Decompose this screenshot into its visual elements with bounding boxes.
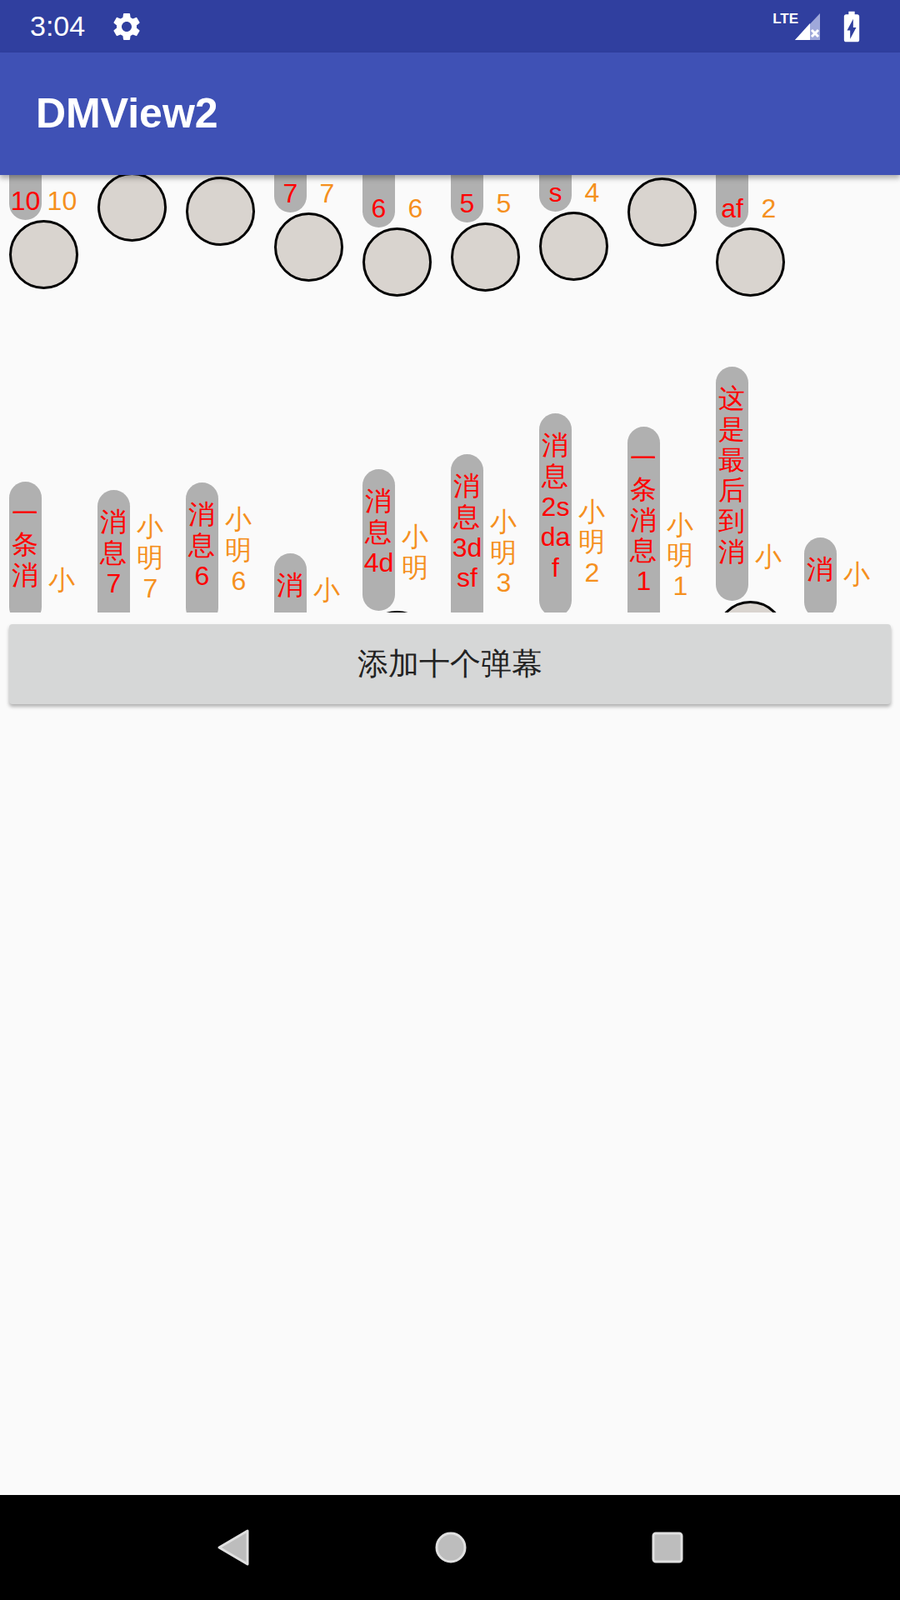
danmaku-item: 消小 <box>274 553 344 613</box>
back-icon[interactable] <box>215 1528 251 1567</box>
gear-icon <box>110 10 144 44</box>
danmaku-item: 这是最后到消小 <box>715 366 785 613</box>
status-time: 3:04 <box>30 5 85 48</box>
message-bubble: 消 <box>274 553 307 613</box>
message-bubble: af <box>715 175 749 228</box>
danmaku-item: 77 <box>274 212 344 282</box>
avatar <box>9 220 79 290</box>
message-bubble: 消息2sdaf <box>539 413 572 613</box>
message-text: 消 <box>275 570 306 601</box>
message-text: 5 <box>451 188 483 220</box>
avatar <box>274 212 344 282</box>
message-text: af <box>716 193 748 225</box>
message-text: 一条消 <box>10 498 41 590</box>
danmaku-item: 一条消小 <box>9 481 79 613</box>
danmaku-item: 消息2sdaf小明2 <box>539 413 609 613</box>
message-text: 消息7 <box>98 506 130 599</box>
sender-name: 4 <box>576 177 608 212</box>
message-bubble: 消息7 <box>97 490 130 613</box>
danmaku-item: 消小 <box>804 537 874 613</box>
danmaku-item: 消息3dsf小明3 <box>450 454 520 613</box>
app-bar: DMView2 <box>0 52 900 175</box>
add-danmaku-button[interactable]: 添加十个弹幕 <box>9 624 891 705</box>
danmaku-area: 1010776655s4af2一条消小消息7小明7消息6小明6消小消息4d小明消… <box>0 175 900 613</box>
message-text: 消 <box>805 554 836 585</box>
danmaku-item: 消息6小明6 <box>185 482 255 613</box>
message-bubble: 消息4d <box>362 469 395 611</box>
avatar <box>627 177 697 247</box>
avatar <box>715 227 785 297</box>
danmaku-item: 消息7小明7 <box>97 490 167 613</box>
sender-name: 小明1 <box>665 510 696 613</box>
battery-icon <box>833 8 870 45</box>
signal: LTE <box>772 11 822 42</box>
message-bubble: 这是最后到消 <box>715 366 749 601</box>
message-bubble: 消息3dsf <box>450 454 484 613</box>
sender-name: 小 <box>841 559 873 613</box>
message-bubble: 一条消 <box>9 481 42 613</box>
sender-name: 小明3 <box>488 506 520 613</box>
sender-name: 小明6 <box>223 504 255 613</box>
danmaku-item <box>97 175 167 242</box>
message-text: 消息6 <box>186 499 218 591</box>
message-text: 消息2sdaf <box>540 430 571 584</box>
message-bubble: 10 <box>9 175 42 220</box>
danmaku-item: 55 <box>450 222 520 292</box>
network-type: LTE <box>772 11 799 26</box>
avatar <box>450 222 520 292</box>
danmaku-item: 1010 <box>9 220 79 290</box>
message-text: s <box>540 177 571 209</box>
message-bubble: 消 <box>804 537 837 613</box>
message-bubble: 一条消息1 <box>627 426 660 613</box>
sender-name: 5 <box>488 188 520 223</box>
home-icon[interactable] <box>434 1530 468 1565</box>
message-bubble: 消息6 <box>185 482 219 613</box>
recents-icon[interactable] <box>650 1530 685 1565</box>
danmaku-item: 消息4d小明 <box>362 469 432 613</box>
danmaku-item: 一条消息1小明1 <box>627 426 697 613</box>
message-bubble: 5 <box>450 175 484 223</box>
message-text: 6 <box>363 193 395 225</box>
message-text: 这是最后到消 <box>716 383 748 568</box>
avatar <box>362 227 432 297</box>
message-text: 7 <box>275 178 306 210</box>
avatar <box>715 600 785 613</box>
sender-name: 小明 <box>400 521 431 612</box>
sender-name: 小 <box>753 541 785 601</box>
sender-name: 7 <box>311 178 343 213</box>
message-bubble: 6 <box>362 175 395 228</box>
danmaku-item <box>627 177 697 247</box>
danmaku-item: 66 <box>362 227 432 297</box>
sender-name: 小明7 <box>135 511 166 613</box>
avatar <box>362 610 432 613</box>
message-bubble: s <box>539 175 572 212</box>
app-title: DMView2 <box>35 82 219 145</box>
sender-name: 6 <box>400 193 431 228</box>
sender-name: 小 <box>46 565 78 613</box>
avatar <box>97 175 167 242</box>
navigation-bar <box>0 1495 900 1600</box>
sender-name: 小明2 <box>576 496 608 613</box>
message-text: 消息4d <box>363 485 395 578</box>
signal-icon <box>793 11 822 42</box>
sender-name: 小 <box>311 575 343 613</box>
danmaku-item: s4 <box>539 211 609 281</box>
message-text: 10 <box>10 185 41 217</box>
message-bubble: 7 <box>274 175 307 213</box>
danmaku-item: af2 <box>715 227 785 297</box>
message-text: 消息3dsf <box>451 470 483 594</box>
sender-name: 10 <box>46 185 78 220</box>
sender-name: 2 <box>753 193 785 228</box>
avatar <box>185 176 255 246</box>
status-bar: 3:04 LTE <box>0 0 900 53</box>
message-text: 一条消息1 <box>628 443 660 597</box>
danmaku-item <box>185 176 255 246</box>
screen: 3:04LTEDMView21010776655s4af2一条消小消息7小明7消… <box>0 0 900 1600</box>
avatar <box>539 211 609 281</box>
